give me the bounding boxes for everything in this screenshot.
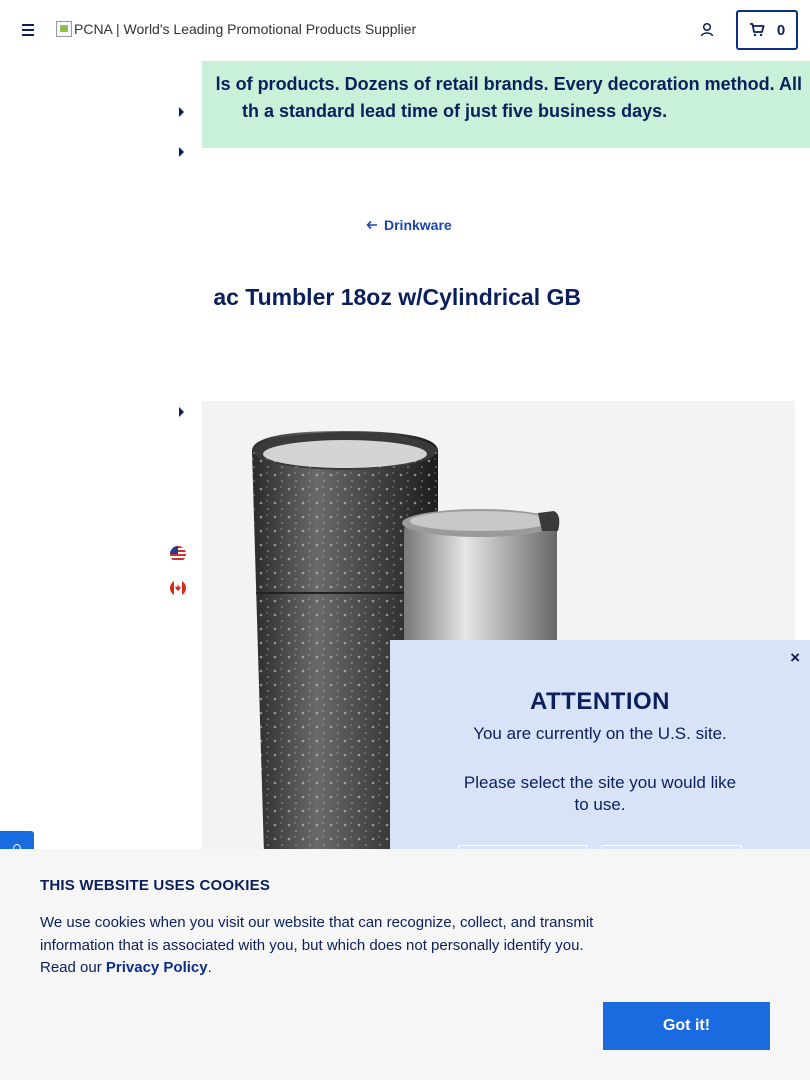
logo-alt-text: PCNA | World's Leading Promotional Produ… bbox=[74, 21, 417, 37]
cookie-body: We use cookies when you visit our websit… bbox=[40, 912, 610, 980]
modal-title: ATTENTION bbox=[529, 688, 671, 715]
cart-count: 0 bbox=[776, 21, 786, 39]
expand-arrow-icon[interactable] bbox=[179, 107, 184, 117]
cart-icon bbox=[749, 23, 765, 37]
product-page: PCNA | World's Leading Promotional Produ… bbox=[0, 0, 810, 1080]
site-select-prompt: Please select the site you would like to… bbox=[463, 773, 737, 814]
site-selection-modal: × ATTENTION You are currently on the U.S… bbox=[390, 640, 810, 881]
current-site-text: You are currently on the U.S. site. bbox=[473, 724, 727, 743]
privacy-policy-link[interactable]: Privacy Policy bbox=[106, 959, 208, 976]
close-icon[interactable]: × bbox=[790, 648, 800, 668]
cookie-consent-banner: THIS WEBSITE USES COOKIES We use cookies… bbox=[0, 849, 810, 1080]
broken-image-icon bbox=[56, 21, 72, 37]
accept-cookies-button[interactable]: Got it! bbox=[603, 1002, 770, 1050]
cookie-body-period: . bbox=[207, 959, 212, 976]
product-title-container: ac Tumbler 18oz w/Cylindrical GB bbox=[202, 284, 810, 316]
canada-flag-icon[interactable] bbox=[170, 580, 186, 596]
back-to-category-link[interactable]: Drinkware bbox=[366, 217, 452, 233]
product-title: ac Tumbler 18oz w/Cylindrical GB bbox=[213, 284, 581, 310]
promo-banner: ls of products. Dozens of retail brands.… bbox=[202, 61, 810, 148]
site-logo[interactable]: PCNA | World's Leading Promotional Produ… bbox=[56, 21, 416, 37]
expand-arrow-icon[interactable] bbox=[179, 147, 184, 157]
us-flag-icon[interactable] bbox=[170, 546, 186, 562]
expand-arrow-icon[interactable] bbox=[179, 407, 184, 417]
cookie-title: THIS WEBSITE USES COOKIES bbox=[40, 877, 271, 894]
back-link-label: Drinkware bbox=[384, 217, 452, 233]
banner-line-2: th a standard lead time of just five bus… bbox=[242, 101, 668, 121]
arrow-left-icon bbox=[366, 220, 377, 230]
user-icon[interactable] bbox=[699, 21, 717, 39]
cart-button[interactable]: 0 bbox=[736, 10, 798, 50]
banner-line-1: ls of products. Dozens of retail brands.… bbox=[215, 74, 802, 94]
hamburger-menu-icon[interactable] bbox=[20, 21, 36, 39]
site-header: PCNA | World's Leading Promotional Produ… bbox=[0, 0, 810, 61]
